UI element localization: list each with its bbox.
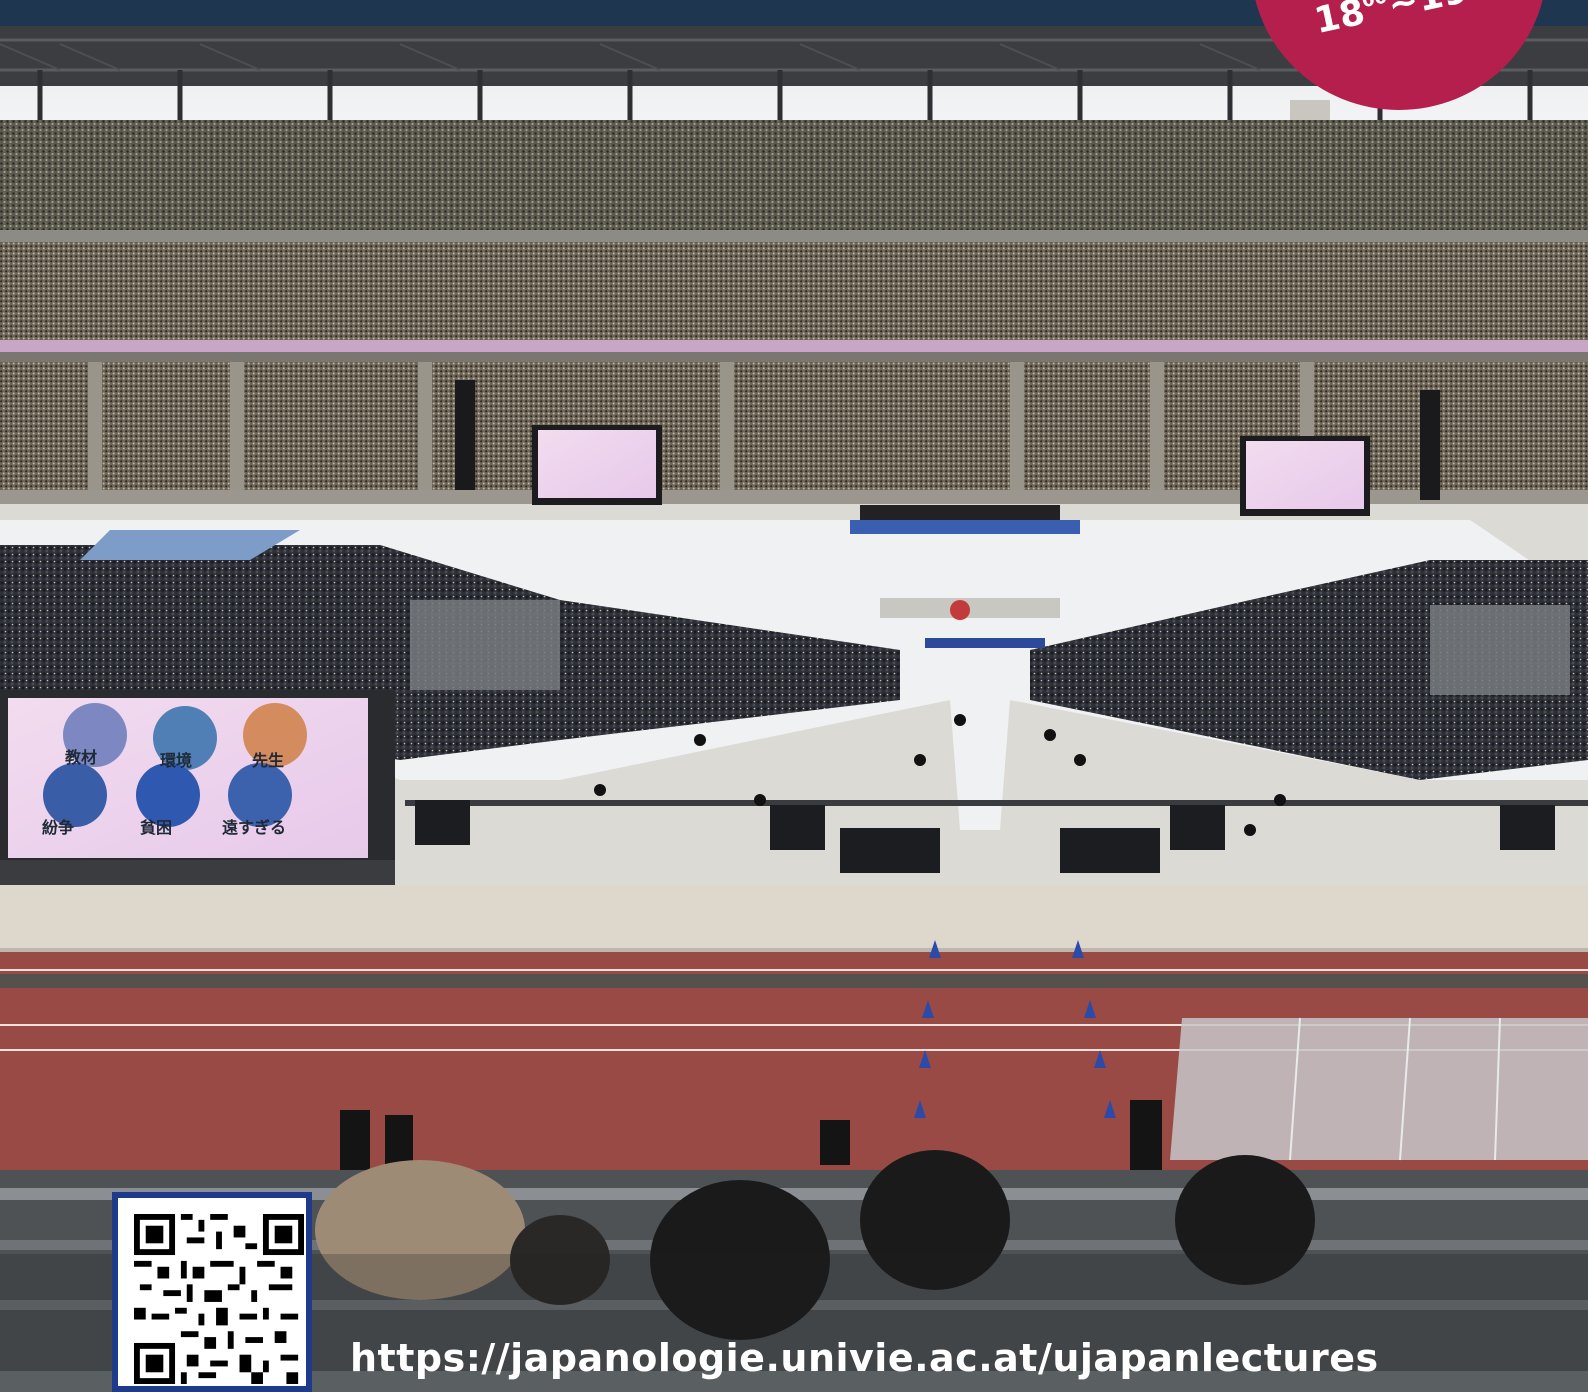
qr-code[interactable]	[112, 1192, 312, 1392]
screen-label-sensei: 先生	[252, 751, 284, 770]
screen-label-kankyo: 環境	[160, 751, 192, 770]
screen-label-tosugiru: 遠すぎる	[222, 818, 286, 837]
event-time: 1800~1900	[1311, 0, 1472, 43]
screen-label-hinkon: 貧困	[140, 818, 172, 837]
screen-label-kyozai: 教材	[65, 748, 97, 767]
qr-code-pattern	[134, 1214, 304, 1384]
stadium-photo: 教材 環境 先生 紛争 貧困 遠すぎる	[0, 0, 1588, 1371]
screen-label-funso: 紛争	[42, 818, 74, 837]
lectures-url-link[interactable]: https://japanologie.univie.ac.at/ujapanl…	[350, 1336, 1379, 1380]
